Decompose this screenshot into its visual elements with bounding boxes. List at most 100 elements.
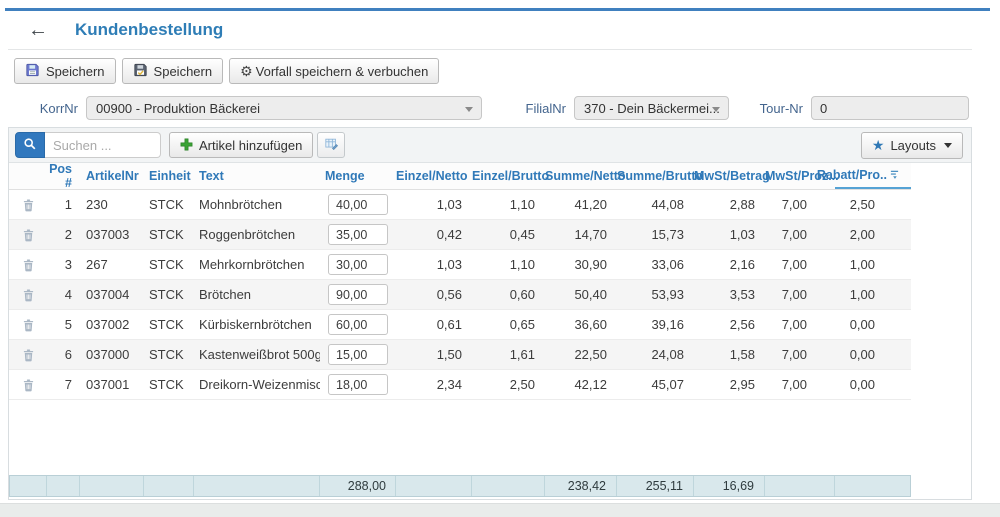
menge-input[interactable] xyxy=(328,374,388,395)
column-einzel-netto[interactable]: Einzel/Netto xyxy=(396,169,472,183)
row-pos: 4 xyxy=(47,287,80,302)
row-mwst-betrag: 1,03 xyxy=(694,227,765,242)
totals-cell-einheit xyxy=(144,476,194,496)
totals-cell-mwst-proz xyxy=(765,476,835,496)
add-article-button[interactable]: Artikel hinzufügen xyxy=(169,132,313,158)
sort-desc-icon xyxy=(890,168,899,182)
row-menge-cell xyxy=(320,194,396,215)
delete-row-button[interactable] xyxy=(22,288,35,302)
row-summe-brutto: 39,16 xyxy=(617,317,694,332)
row-rabatt: 2,00 xyxy=(835,227,911,242)
menge-input[interactable] xyxy=(328,314,388,335)
table-row: 3 267 STCK Mehrkornbrötchen 1,03 1,10 30… xyxy=(9,250,911,280)
totals-cell-delete xyxy=(10,476,47,496)
menge-input[interactable] xyxy=(328,254,388,275)
row-einzel-brutto: 2,50 xyxy=(472,377,545,392)
column-menge[interactable]: Menge xyxy=(320,169,396,183)
menge-input[interactable] xyxy=(328,284,388,305)
row-mwst-proz: 7,00 xyxy=(765,257,835,272)
row-einzel-brutto: 0,65 xyxy=(472,317,545,332)
row-delete-cell xyxy=(9,348,47,362)
menge-input[interactable] xyxy=(328,224,388,245)
column-artikelnr[interactable]: ArtikelNr xyxy=(80,169,144,183)
korrnr-select[interactable]: 00900 - Produktion Bäckerei xyxy=(86,96,482,120)
totals-cell-text xyxy=(194,476,320,496)
row-mwst-proz: 7,00 xyxy=(765,287,835,302)
row-mwst-proz: 7,00 xyxy=(765,197,835,212)
row-einzel-netto: 1,03 xyxy=(396,197,472,212)
row-text: Kürbiskernbrötchen xyxy=(194,317,320,332)
row-rabatt: 1,00 xyxy=(835,287,911,302)
search-button[interactable] xyxy=(15,132,45,158)
back-arrow-icon[interactable]: ← xyxy=(28,20,48,40)
kundenbestellung-page: ← Kundenbestellung Speichern Speichern ⚙… xyxy=(0,0,1000,517)
row-text: Kastenweißbrot 500g xyxy=(194,347,320,362)
add-article-label: Artikel hinzufügen xyxy=(199,138,302,153)
column-mwst-betrag[interactable]: MwSt/Betrag xyxy=(694,169,765,183)
tournr-label: Tour-Nr xyxy=(753,101,803,116)
row-rabatt: 0,00 xyxy=(835,317,911,332)
row-text: Mehrkornbrötchen xyxy=(194,257,320,272)
row-summe-brutto: 15,73 xyxy=(617,227,694,242)
row-einheit: STCK xyxy=(144,377,194,392)
menge-input[interactable] xyxy=(328,344,388,365)
row-delete-cell xyxy=(9,288,47,302)
totals-mwst-betrag: 16,69 xyxy=(694,476,765,496)
delete-row-button[interactable] xyxy=(22,348,35,362)
row-mwst-proz: 7,00 xyxy=(765,317,835,332)
row-text: Roggenbrötchen xyxy=(194,227,320,242)
row-summe-netto: 41,20 xyxy=(545,197,617,212)
delete-row-button[interactable] xyxy=(22,318,35,332)
table-row: 2 037003 STCK Roggenbrötchen 0,42 0,45 1… xyxy=(9,220,911,250)
row-artikelnr: 267 xyxy=(80,257,144,272)
table-row: 6 037000 STCK Kastenweißbrot 500g 1,50 1… xyxy=(9,340,911,370)
row-menge-cell xyxy=(320,284,396,305)
save-and-book-button[interactable]: ⚙ Vorfall speichern & verbuchen xyxy=(229,58,439,84)
column-text[interactable]: Text xyxy=(194,169,320,183)
row-delete-cell xyxy=(9,378,47,392)
column-summe-netto[interactable]: Summe/Netto xyxy=(545,169,617,183)
row-rabatt: 0,00 xyxy=(835,377,911,392)
table-empty-area xyxy=(9,400,971,475)
order-items-panel: Artikel hinzufügen ★ Layouts Pos # xyxy=(8,127,972,500)
save-button[interactable]: Speichern xyxy=(14,58,116,84)
menge-input[interactable] xyxy=(328,194,388,215)
row-mwst-proz: 7,00 xyxy=(765,227,835,242)
save-floppy-icon xyxy=(25,63,40,79)
delete-row-button[interactable] xyxy=(22,228,35,242)
row-mwst-betrag: 2,95 xyxy=(694,377,765,392)
tournr-input[interactable] xyxy=(811,96,969,120)
row-einheit: STCK xyxy=(144,287,194,302)
row-einzel-netto: 0,56 xyxy=(396,287,472,302)
trash-icon xyxy=(22,200,35,215)
column-rabatt-sorted[interactable]: Rabatt/Pro.. xyxy=(835,164,911,189)
row-mwst-betrag: 2,88 xyxy=(694,197,765,212)
filialnr-select[interactable]: 370 - Dein Bäckermei... xyxy=(574,96,729,120)
search-input[interactable] xyxy=(45,132,161,158)
filialnr-selected-value: 370 - Dein Bäckermei... xyxy=(584,101,720,116)
row-menge-cell xyxy=(320,314,396,335)
row-menge-cell xyxy=(320,224,396,245)
row-mwst-betrag: 2,16 xyxy=(694,257,765,272)
save-alt-button[interactable]: Speichern xyxy=(122,58,224,84)
layouts-button[interactable]: ★ Layouts xyxy=(861,132,963,159)
row-summe-brutto: 33,06 xyxy=(617,257,694,272)
row-delete-cell xyxy=(9,198,47,212)
table-row: 5 037002 STCK Kürbiskernbrötchen 0,61 0,… xyxy=(9,310,911,340)
row-einzel-netto: 0,42 xyxy=(396,227,472,242)
row-einheit: STCK xyxy=(144,227,194,242)
delete-row-button[interactable] xyxy=(22,258,35,272)
row-delete-cell xyxy=(9,228,47,242)
edit-grid-button[interactable] xyxy=(317,132,345,158)
column-summe-brutto[interactable]: Summe/Brutto xyxy=(617,169,694,183)
row-mwst-betrag: 3,53 xyxy=(694,287,765,302)
column-einzel-brutto[interactable]: Einzel/Brutto xyxy=(472,169,545,183)
delete-row-button[interactable] xyxy=(22,198,35,212)
delete-row-button[interactable] xyxy=(22,378,35,392)
table-row: 4 037004 STCK Brötchen 0,56 0,60 50,40 5… xyxy=(9,280,911,310)
column-pos[interactable]: Pos # xyxy=(47,162,80,190)
row-summe-netto: 22,50 xyxy=(545,347,617,362)
column-einheit[interactable]: Einheit xyxy=(144,169,194,183)
row-mwst-proz: 7,00 xyxy=(765,377,835,392)
save-check-floppy-icon xyxy=(133,63,148,79)
